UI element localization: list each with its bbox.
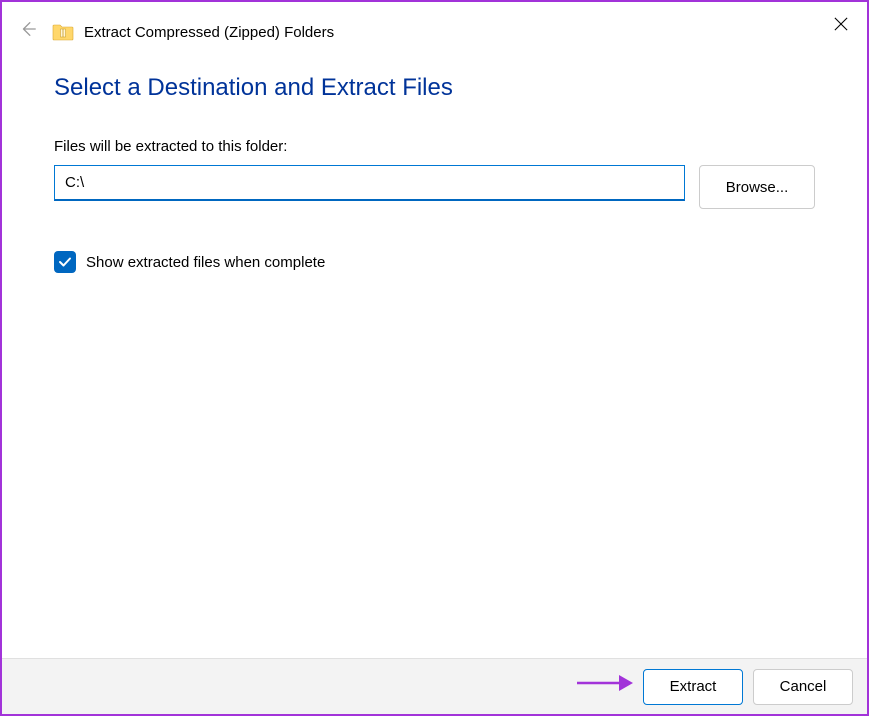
extract-button[interactable]: Extract: [643, 669, 743, 705]
destination-path-input[interactable]: [54, 165, 685, 201]
dialog-title: Extract Compressed (Zipped) Folders: [84, 24, 334, 41]
zip-folder-icon: [52, 23, 74, 41]
close-icon: [834, 17, 848, 31]
back-button[interactable]: [14, 20, 42, 44]
annotation-arrow: [575, 671, 637, 700]
dialog-footer: Extract Cancel: [2, 658, 867, 714]
browse-button[interactable]: Browse...: [699, 165, 815, 209]
show-files-checkbox[interactable]: [54, 251, 76, 273]
destination-row: Browse...: [54, 165, 815, 209]
cancel-button[interactable]: Cancel: [753, 669, 853, 705]
instruction-label: Files will be extracted to this folder:: [54, 138, 815, 155]
show-files-label: Show extracted files when complete: [86, 254, 325, 271]
checkmark-icon: [58, 255, 72, 269]
close-button[interactable]: [825, 8, 857, 40]
page-heading: Select a Destination and Extract Files: [54, 74, 815, 102]
dialog-content: Select a Destination and Extract Files F…: [2, 44, 867, 273]
back-arrow-icon: [18, 20, 38, 38]
show-files-checkbox-row: Show extracted files when complete: [54, 251, 815, 273]
dialog-header: Extract Compressed (Zipped) Folders: [2, 2, 867, 44]
